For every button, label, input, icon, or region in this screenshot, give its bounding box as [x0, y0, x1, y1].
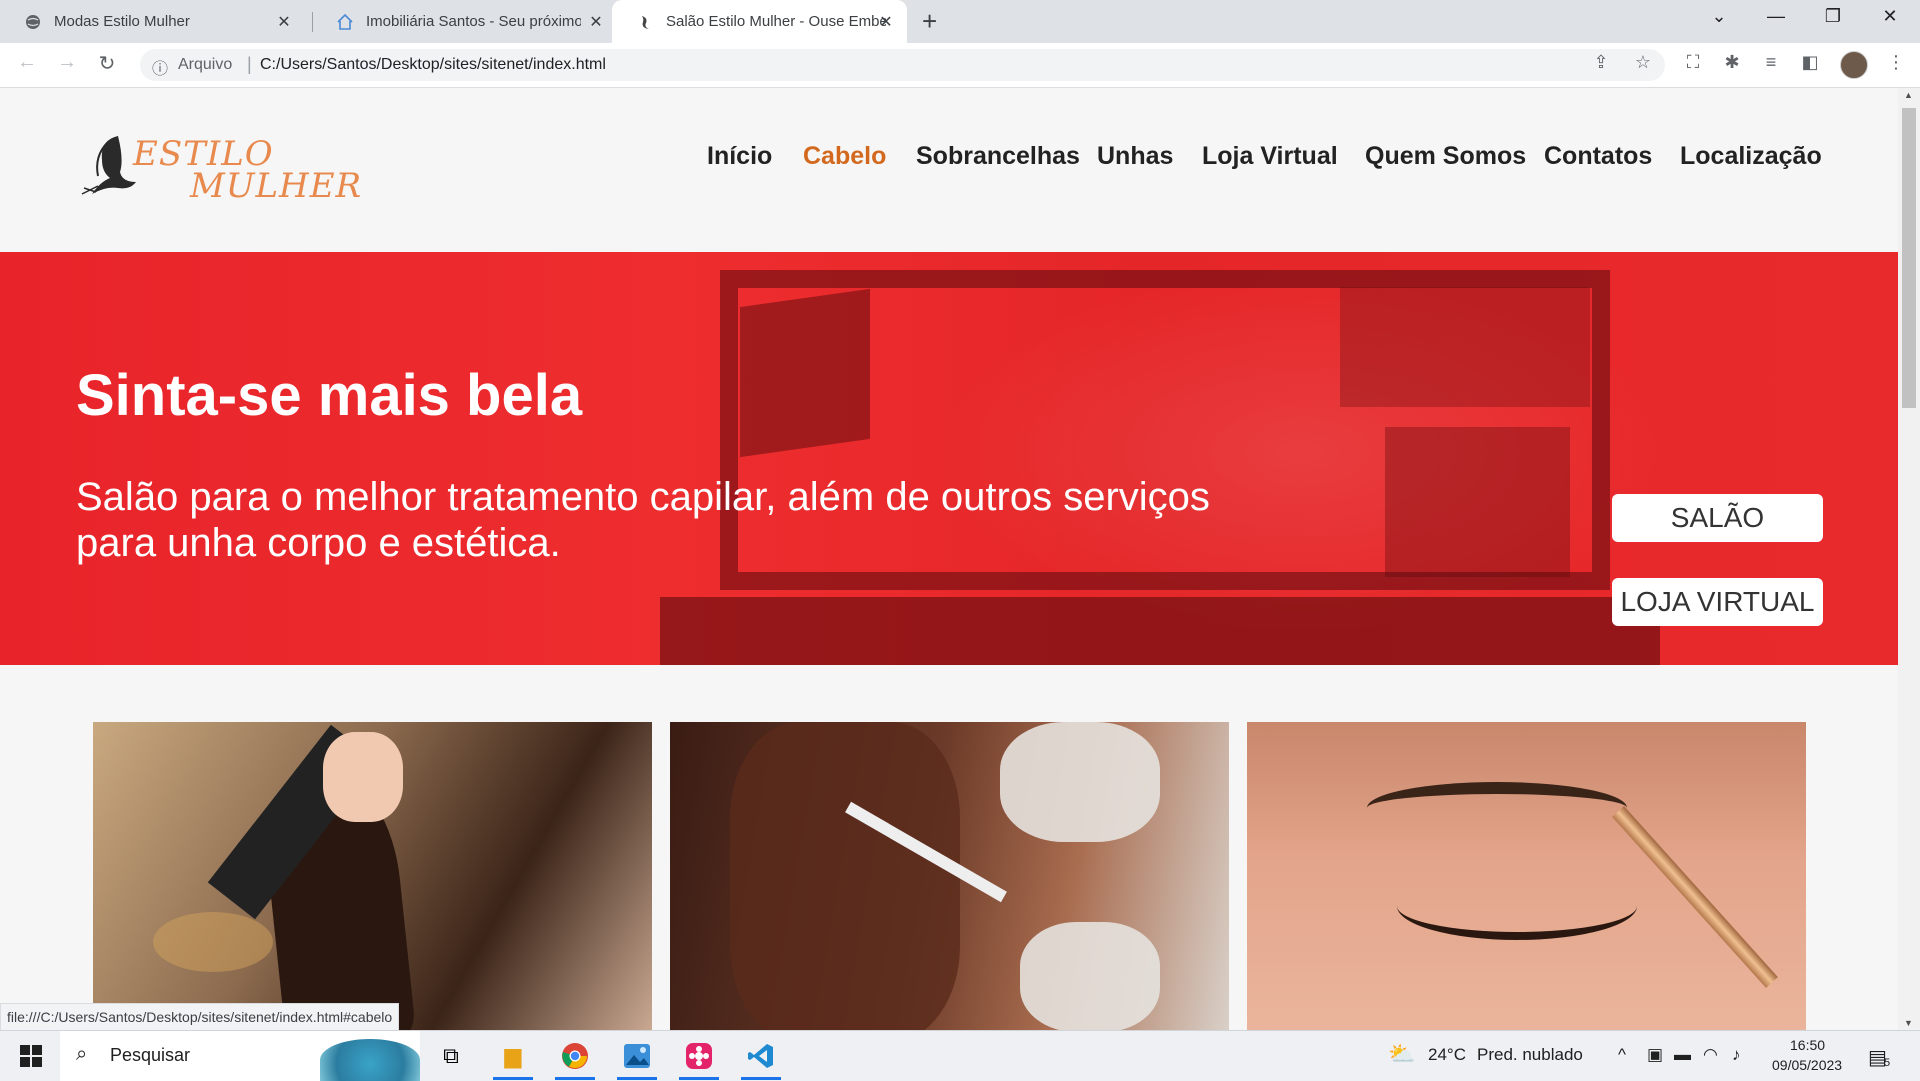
nav-link-loja-virtual[interactable]: Loja Virtual	[1202, 142, 1338, 171]
tab-salao-estilo-mulher[interactable]: Salão Estilo Mulher - Ouse Embel ✕	[612, 0, 907, 43]
address-separator: |	[247, 54, 252, 74]
hero-banner: Sinta-se mais bela Salão para o melhor t…	[0, 252, 1898, 665]
photos-icon[interactable]	[620, 1039, 654, 1073]
blur-shape	[153, 912, 273, 972]
nav-link-inicio[interactable]: Início	[707, 142, 772, 171]
info-icon[interactable]: ⓘ	[152, 55, 168, 79]
hero-title: Sinta-se mais bela	[76, 363, 583, 428]
loja-virtual-button[interactable]: LOJA VIRTUAL	[1612, 578, 1823, 626]
notifications-count: 5	[1884, 1057, 1891, 1069]
tab-title: Modas Estilo Mulher	[54, 13, 190, 30]
globe-icon	[24, 13, 42, 31]
scroll-up-arrow-icon[interactable]: ▲	[1904, 90, 1913, 100]
window-close-icon[interactable]: ✕	[1870, 6, 1910, 27]
minimize-icon[interactable]: —	[1756, 6, 1796, 27]
close-icon[interactable]: ✕	[877, 12, 895, 32]
reload-icon[interactable]: ↻	[93, 51, 121, 76]
scrollbar-thumb[interactable]	[1902, 108, 1916, 408]
hero-subtitle: Salão para o melhor tratamento capilar, …	[76, 475, 1210, 565]
forward-arrow-icon[interactable]: →	[53, 51, 81, 74]
web-page: ESTILO MULHER Início Cabelo Sobrancelhas…	[0, 88, 1898, 1030]
back-arrow-icon[interactable]: ←	[13, 51, 41, 74]
address-bar[interactable]: ⓘ Arquivo | C:/Users/Santos/Desktop/site…	[140, 49, 1665, 81]
card-hair-coloring-image[interactable]	[670, 722, 1229, 1030]
chrome-icon[interactable]	[558, 1039, 592, 1073]
reading-list-icon[interactable]: ≡	[1758, 52, 1784, 73]
tab-imobiliaria-santos[interactable]: Imobiliária Santos - Seu próximo ✕	[312, 0, 617, 43]
page-scrollbar[interactable]: ▲ ▼	[1898, 88, 1920, 1030]
task-view-icon[interactable]: ⧉	[434, 1039, 468, 1073]
taskbar: ⌕ Pesquisar ⧉ ▆ ⛅ 24°C Pred. nublado ^ ▣…	[0, 1030, 1920, 1081]
file-explorer-icon[interactable]: ▆	[496, 1039, 530, 1073]
chevron-up-icon[interactable]: ^	[1618, 1045, 1626, 1065]
scroll-down-arrow-icon[interactable]: ▼	[1904, 1018, 1913, 1028]
bookmark-star-icon[interactable]: ☆	[1630, 52, 1656, 73]
wifi-icon[interactable]: ◠	[1703, 1045, 1718, 1065]
tab-strip: Modas Estilo Mulher ✕ Imobiliária Santos…	[0, 0, 1920, 43]
clock-time[interactable]: 16:50	[1790, 1037, 1825, 1053]
app-flower-icon[interactable]	[682, 1039, 716, 1073]
nav-link-quem-somos[interactable]: Quem Somos	[1365, 142, 1526, 171]
windows-start-icon[interactable]	[20, 1045, 42, 1067]
tab-title: Salão Estilo Mulher - Ouse Embel	[666, 13, 886, 30]
search-icon: ⌕	[76, 1043, 88, 1065]
nav-link-cabelo[interactable]: Cabelo	[803, 142, 886, 171]
weather-temp[interactable]: 24°C	[1428, 1045, 1466, 1065]
tab-modas-estilo-mulher[interactable]: Modas Estilo Mulher ✕	[0, 0, 305, 43]
tab-search-icon[interactable]: ⌄	[1699, 6, 1739, 27]
nav-link-unhas[interactable]: Unhas	[1097, 142, 1173, 171]
side-panel-icon[interactable]: ◧	[1797, 52, 1823, 73]
house-icon	[336, 13, 354, 31]
meet-now-icon[interactable]: ▣	[1647, 1045, 1663, 1065]
eyelash-shape	[1397, 872, 1637, 940]
maximize-icon[interactable]: ❐	[1813, 6, 1853, 27]
card-haircut-image[interactable]	[93, 722, 652, 1030]
address-scheme-label: Arquivo	[178, 56, 233, 73]
salao-button[interactable]: SALÃO	[1612, 494, 1823, 542]
address-url[interactable]: C:/Users/Santos/Desktop/sites/sitenet/in…	[260, 56, 606, 74]
salon-favicon-icon	[636, 13, 654, 31]
volume-icon[interactable]: ♪	[1732, 1045, 1741, 1065]
battery-icon[interactable]: ▬	[1674, 1045, 1691, 1065]
vscode-icon[interactable]	[744, 1039, 778, 1073]
gloved-hand-shape	[1020, 922, 1160, 1030]
nav-link-localizacao[interactable]: Localização	[1680, 142, 1822, 171]
weather-condition[interactable]: Pred. nublado	[1477, 1045, 1583, 1065]
eyebrow-shape	[1367, 782, 1627, 834]
hero-background-counter	[660, 597, 1660, 665]
profile-avatar[interactable]	[1840, 51, 1868, 79]
weather-cloud-icon[interactable]: ⛅	[1388, 1041, 1415, 1067]
taskbar-search[interactable]: ⌕ Pesquisar	[60, 1031, 420, 1081]
card-eyebrow-image[interactable]	[1247, 722, 1806, 1030]
hero-background-window	[1340, 287, 1590, 407]
hand-shape	[323, 732, 403, 822]
new-tab-button[interactable]: +	[922, 6, 937, 37]
close-icon[interactable]: ✕	[587, 12, 605, 32]
site-logo[interactable]: ESTILO MULHER	[78, 132, 361, 212]
status-url-bubble: file:///C:/Users/Santos/Desktop/sites/si…	[0, 1003, 400, 1032]
close-icon[interactable]: ✕	[275, 12, 293, 32]
nav-link-contatos[interactable]: Contatos	[1544, 142, 1652, 171]
hair-shape	[730, 722, 960, 1030]
nav-link-sobrancelhas[interactable]: Sobrancelhas	[916, 142, 1080, 171]
screenshot-icon[interactable]: ⛶	[1680, 52, 1706, 73]
search-placeholder: Pesquisar	[110, 1045, 191, 1065]
extensions-icon[interactable]: ✱	[1719, 52, 1745, 73]
hero-background-poster	[1385, 427, 1570, 577]
gloved-hand-shape	[1000, 722, 1160, 842]
search-highlight-icon	[320, 1039, 420, 1081]
logo-text-line2: MULHER	[190, 166, 363, 206]
makeup-brush-shape	[1612, 806, 1778, 988]
clock-date[interactable]: 09/05/2023	[1772, 1057, 1842, 1073]
tab-title: Imobiliária Santos - Seu próximo	[366, 13, 581, 30]
share-icon[interactable]: ⇪	[1588, 52, 1614, 73]
browser-toolbar: ← → ↻ ⓘ Arquivo | C:/Users/Santos/Deskto…	[0, 43, 1920, 88]
menu-kebab-icon[interactable]: ⋮	[1883, 52, 1909, 73]
